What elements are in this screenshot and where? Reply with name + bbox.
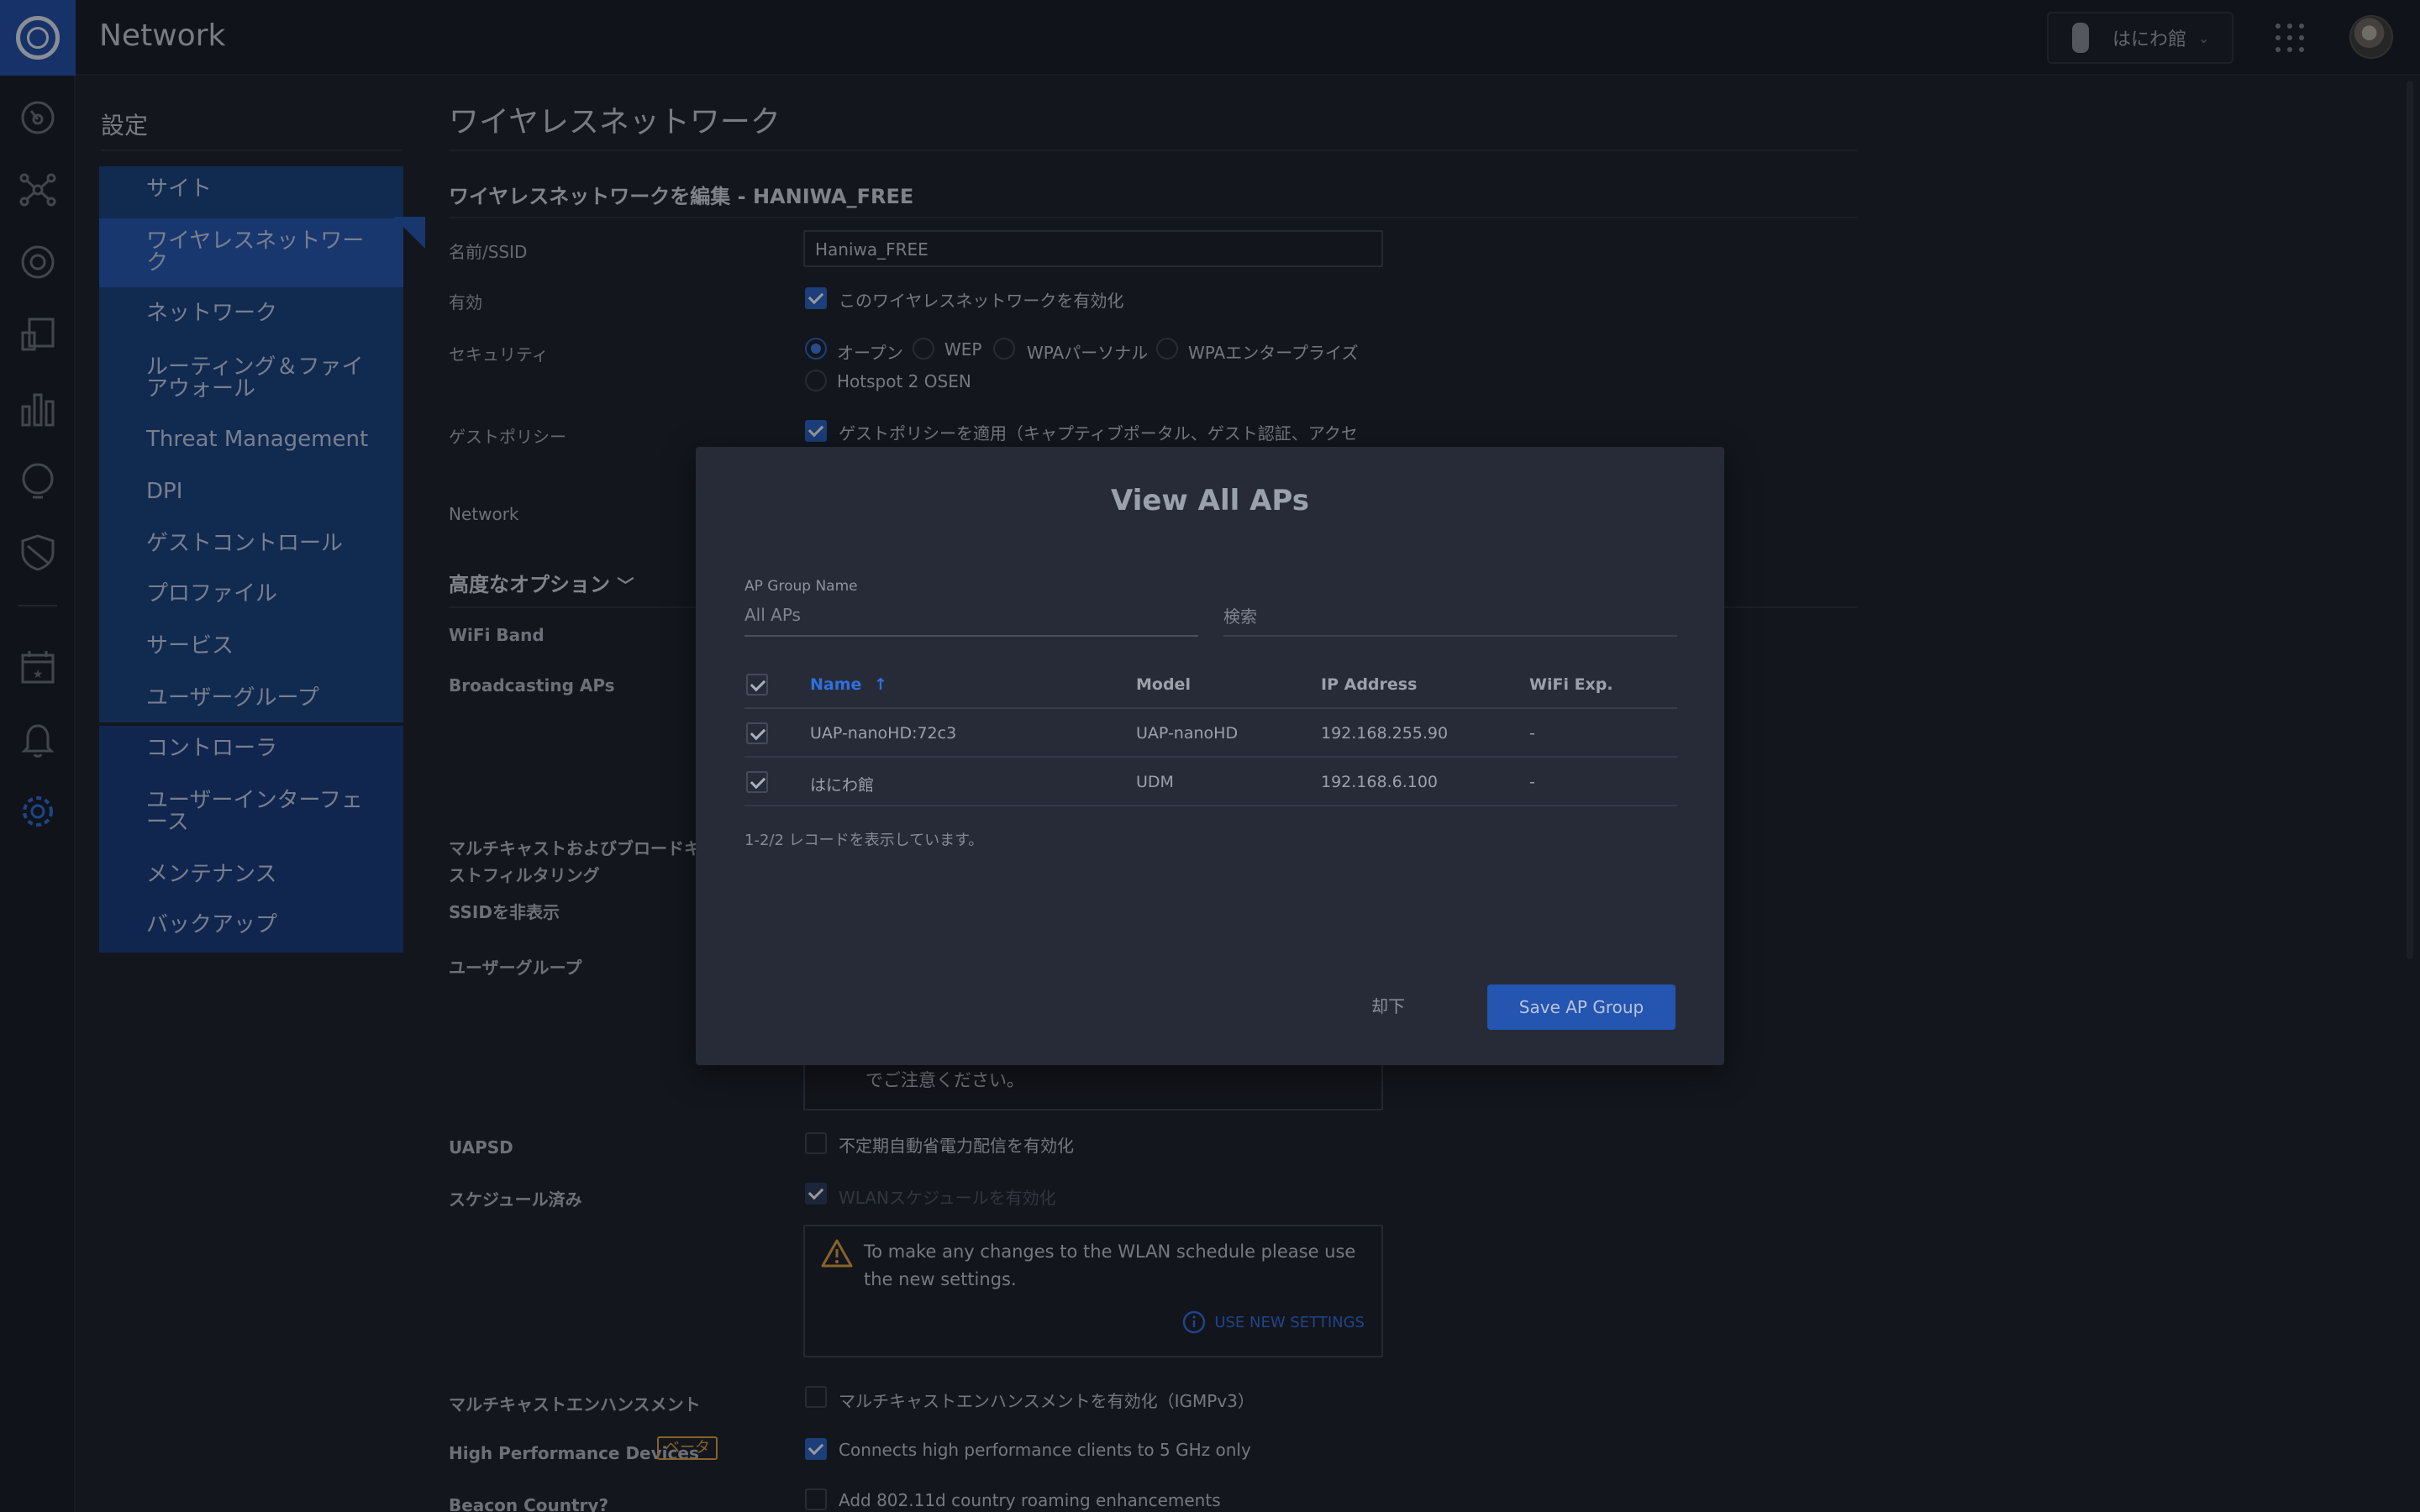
view-all-aps-modal: View All APs AP Group Name All APs 検索 Na… — [696, 447, 1724, 1065]
column-header-name[interactable]: Name ↑ — [810, 675, 887, 694]
row-checkbox[interactable] — [746, 771, 768, 793]
modal-title: View All APs — [1110, 484, 1309, 517]
row-wifi-exp: - — [1529, 724, 1535, 743]
row-name[interactable]: はにわ館 — [810, 773, 874, 795]
column-name-label: Name — [810, 675, 862, 694]
table-header-rule — [744, 707, 1677, 709]
table-row-rule — [744, 805, 1677, 806]
table-row-rule — [744, 756, 1677, 758]
row-ip: 192.168.6.100 — [1321, 773, 1439, 791]
sort-ascending-icon: ↑ — [874, 675, 887, 694]
row-model: UAP-nanoHD — [1136, 724, 1239, 743]
ap-group-name-underline — [744, 635, 1198, 637]
record-count: 1-2/2 レコードを表示しています。 — [744, 832, 984, 849]
search-underline — [1223, 635, 1677, 637]
row-checkbox[interactable] — [746, 722, 768, 744]
save-ap-group-button[interactable]: Save AP Group — [1487, 984, 1676, 1030]
dismiss-button[interactable]: 却下 — [1371, 993, 1405, 1017]
search-input[interactable]: 検索 — [1223, 603, 1257, 627]
ap-group-name-input[interactable]: All APs — [744, 605, 801, 625]
row-wifi-exp: - — [1529, 773, 1535, 791]
select-all-checkbox[interactable] — [746, 674, 768, 696]
row-model: UDM — [1136, 773, 1174, 791]
row-ip: 192.168.255.90 — [1321, 724, 1449, 743]
ap-group-name-label: AP Group Name — [744, 578, 858, 595]
save-ap-group-label: Save AP Group — [1518, 997, 1644, 1017]
column-header-model[interactable]: Model — [1136, 675, 1191, 694]
row-name[interactable]: UAP-nanoHD:72c3 — [810, 724, 956, 743]
column-header-ip[interactable]: IP Address — [1321, 675, 1417, 694]
column-header-wifi-exp[interactable]: WiFi Exp. — [1529, 675, 1613, 694]
